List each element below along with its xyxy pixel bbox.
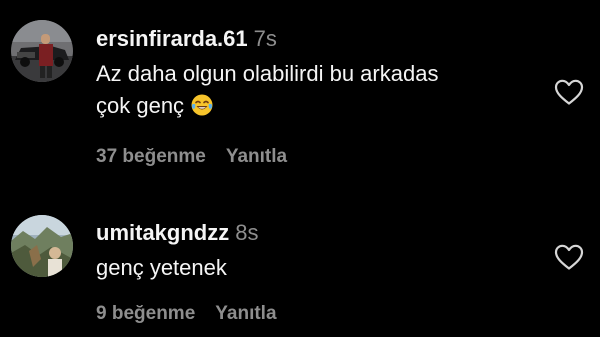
- comment-header: ersinfirarda.61 7s: [96, 26, 277, 52]
- comment-actions: 9 beğenme Yanıtla: [96, 303, 277, 325]
- avatar[interactable]: [11, 20, 73, 82]
- username[interactable]: ersinfirarda.61: [96, 26, 248, 51]
- likes-count[interactable]: 37 beğenme: [96, 146, 206, 167]
- likes-count[interactable]: 9 beğenme: [96, 303, 195, 324]
- comment-header: umitakgndzz 8s: [96, 220, 258, 246]
- comment-text-line: çok genç: [96, 93, 185, 118]
- timestamp: 7s: [253, 26, 277, 51]
- username[interactable]: umitakgndzz: [96, 220, 229, 245]
- comment-text-line: Az daha olgun olabilirdi bu arkadas: [96, 61, 439, 86]
- comment-text: genç yetenek: [96, 252, 536, 284]
- reply-button[interactable]: Yanıtla: [215, 303, 276, 324]
- heart-outline-icon[interactable]: [553, 243, 585, 271]
- comment-actions: 37 beğenme Yanıtla: [96, 146, 287, 168]
- face-with-tears-of-joy-icon: [190, 93, 214, 126]
- timestamp: 8s: [235, 220, 259, 245]
- comment-text: Az daha olgun olabilirdi bu arkadas çok …: [96, 58, 536, 126]
- comment-text-line: genç yetenek: [96, 255, 227, 280]
- avatar-photo-car: [11, 20, 73, 82]
- comment-item: ersinfirarda.61 7s Az daha olgun olabilir…: [0, 0, 600, 190]
- comment-text-line-with-emoji: çok genç: [96, 90, 536, 126]
- avatar[interactable]: [11, 215, 73, 277]
- avatar-photo-landscape: [11, 215, 73, 277]
- reply-button[interactable]: Yanıtla: [226, 146, 287, 167]
- heart-outline-icon[interactable]: [553, 78, 585, 106]
- comment-item: umitakgndzz 8s genç yetenek 9 beğenme Yanı…: [0, 190, 600, 337]
